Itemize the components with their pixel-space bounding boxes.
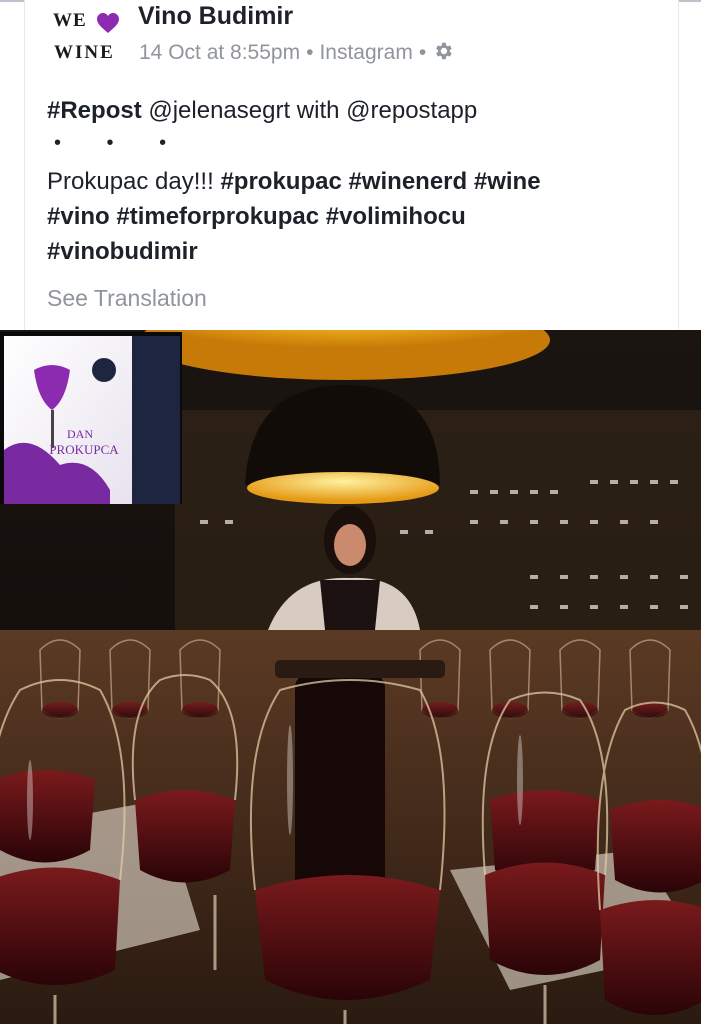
wine-tasting-photo: DAN PROKUPCA <box>0 330 701 1024</box>
see-translation-link[interactable]: See Translation <box>47 285 207 312</box>
meta-separator-2: • <box>418 41 427 64</box>
hashtags-line-2[interactable]: #prokupac #winenerd #wine <box>220 168 540 195</box>
heart-icon <box>97 13 119 33</box>
post-photo[interactable]: DAN PROKUPCA <box>0 330 701 1024</box>
avatar-text-top: WE <box>53 10 87 31</box>
post-text: Prokupac day!!! <box>47 168 221 195</box>
repost-credit: @jelenasegrt with @repostapp <box>141 97 478 124</box>
hashtags-line-4[interactable]: #vinobudimir <box>47 238 198 265</box>
avatar-text-bottom: WINE <box>54 42 115 63</box>
repost-hashtag[interactable]: #Repost <box>47 97 142 124</box>
meta-separator: • <box>306 41 314 64</box>
post-meta: 14 Oct at 8:55pm • Instagram • <box>139 40 454 65</box>
gear-icon[interactable] <box>432 40 454 62</box>
hashtags-line-3[interactable]: #vino #timeforprokupac #volimihocu <box>47 203 466 230</box>
post-line-2: Prokupac day!!! #prokupac #winenerd #win… <box>47 168 541 196</box>
screen-text-dan: DAN <box>67 427 93 441</box>
avatar[interactable]: WE WINE <box>48 6 124 70</box>
post-line-1: #Repost @jelenasegrt with @repostapp <box>47 97 477 125</box>
screen-text-prokupca: PROKUPCA <box>49 442 119 457</box>
timestamp[interactable]: 14 Oct at 8:55pm <box>139 41 300 64</box>
post-line-4: #vinobudimir <box>47 238 198 266</box>
post-line-3: #vino #timeforprokupac #volimihocu <box>47 203 466 231</box>
ellipsis-dots: • • • <box>54 132 187 154</box>
page-name[interactable]: Vino Budimir <box>138 2 293 31</box>
post-source: Instagram <box>319 41 413 64</box>
